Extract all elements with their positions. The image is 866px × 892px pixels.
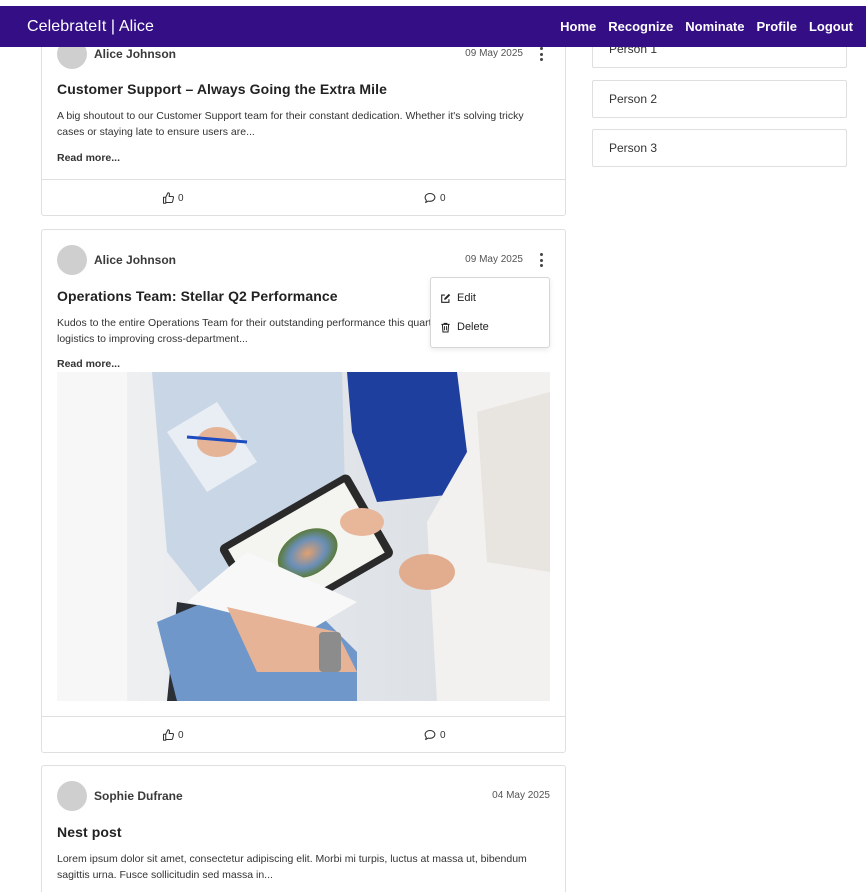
post-date: 09 May 2025: [465, 48, 523, 59]
avatar: [57, 245, 87, 275]
post-author[interactable]: Alice Johnson: [94, 253, 176, 267]
nav-nominate[interactable]: Nominate: [685, 19, 744, 34]
avatar: [57, 781, 87, 811]
sidebar-person-2[interactable]: Person 2: [592, 80, 847, 118]
comment-button[interactable]: 0: [424, 729, 446, 741]
sidebar-person-3[interactable]: Person 3: [592, 129, 847, 167]
delete-post-button[interactable]: Delete: [440, 321, 489, 333]
delete-label: Delete: [457, 321, 489, 333]
post-excerpt: Lorem ipsum dolor sit amet, consectetur …: [57, 853, 527, 881]
read-more-link[interactable]: Read more...: [57, 358, 120, 370]
like-button[interactable]: 0: [162, 729, 184, 741]
like-count: 0: [178, 192, 184, 204]
thumbs-up-icon: [162, 729, 174, 741]
post-author[interactable]: Sophie Dufrane: [94, 789, 183, 803]
post-title[interactable]: Customer Support – Always Going the Extr…: [57, 81, 387, 97]
post-author[interactable]: Alice Johnson: [94, 47, 176, 61]
nav-recognize[interactable]: Recognize: [608, 19, 673, 34]
post-title[interactable]: Nest post: [57, 824, 122, 840]
kebab-menu-icon[interactable]: [534, 47, 548, 61]
edit-post-button[interactable]: Edit: [440, 292, 476, 304]
like-count: 0: [178, 729, 184, 741]
comment-icon: [424, 192, 436, 204]
post-image[interactable]: [57, 372, 550, 701]
nav-profile[interactable]: Profile: [756, 19, 796, 34]
edit-label: Edit: [457, 292, 476, 304]
post-card: Sophie Dufrane 04 May 2025 Nest post Lor…: [41, 765, 566, 892]
edit-icon: [441, 293, 451, 303]
post-actions: 0 0: [42, 179, 565, 215]
post-header: Alice Johnson 09 May 2025: [42, 245, 565, 275]
comment-count: 0: [440, 729, 446, 741]
nav-home[interactable]: Home: [560, 19, 596, 34]
post-date: 04 May 2025: [492, 790, 550, 801]
kebab-menu-icon[interactable]: [534, 253, 548, 267]
read-more-link[interactable]: Read more...: [57, 152, 120, 164]
person-name: Person 2: [609, 92, 658, 106]
nav-logout[interactable]: Logout: [809, 19, 853, 34]
post-date: 09 May 2025: [465, 254, 523, 265]
post-options-menu: Edit Delete: [430, 277, 550, 348]
person-name: Person 3: [609, 141, 658, 155]
comment-count: 0: [440, 192, 446, 204]
nav-links: Home Recognize Nominate Profile Logout: [560, 19, 853, 34]
comment-icon: [424, 729, 436, 741]
thumbs-up-icon: [162, 192, 174, 204]
post-header: Sophie Dufrane 04 May 2025: [42, 781, 565, 811]
trash-icon: [441, 322, 450, 332]
office-team-photo: [57, 372, 550, 701]
post-actions: 0 0: [42, 716, 565, 752]
top-navbar: CelebrateIt | Alice Home Recognize Nomin…: [0, 6, 866, 47]
post-excerpt: A big shoutout to our Customer Support t…: [57, 110, 524, 138]
brand-logo-text[interactable]: CelebrateIt | Alice: [27, 18, 154, 36]
like-button[interactable]: 0: [162, 192, 184, 204]
comment-button[interactable]: 0: [424, 192, 446, 204]
post-title[interactable]: Operations Team: Stellar Q2 Performance: [57, 288, 338, 304]
